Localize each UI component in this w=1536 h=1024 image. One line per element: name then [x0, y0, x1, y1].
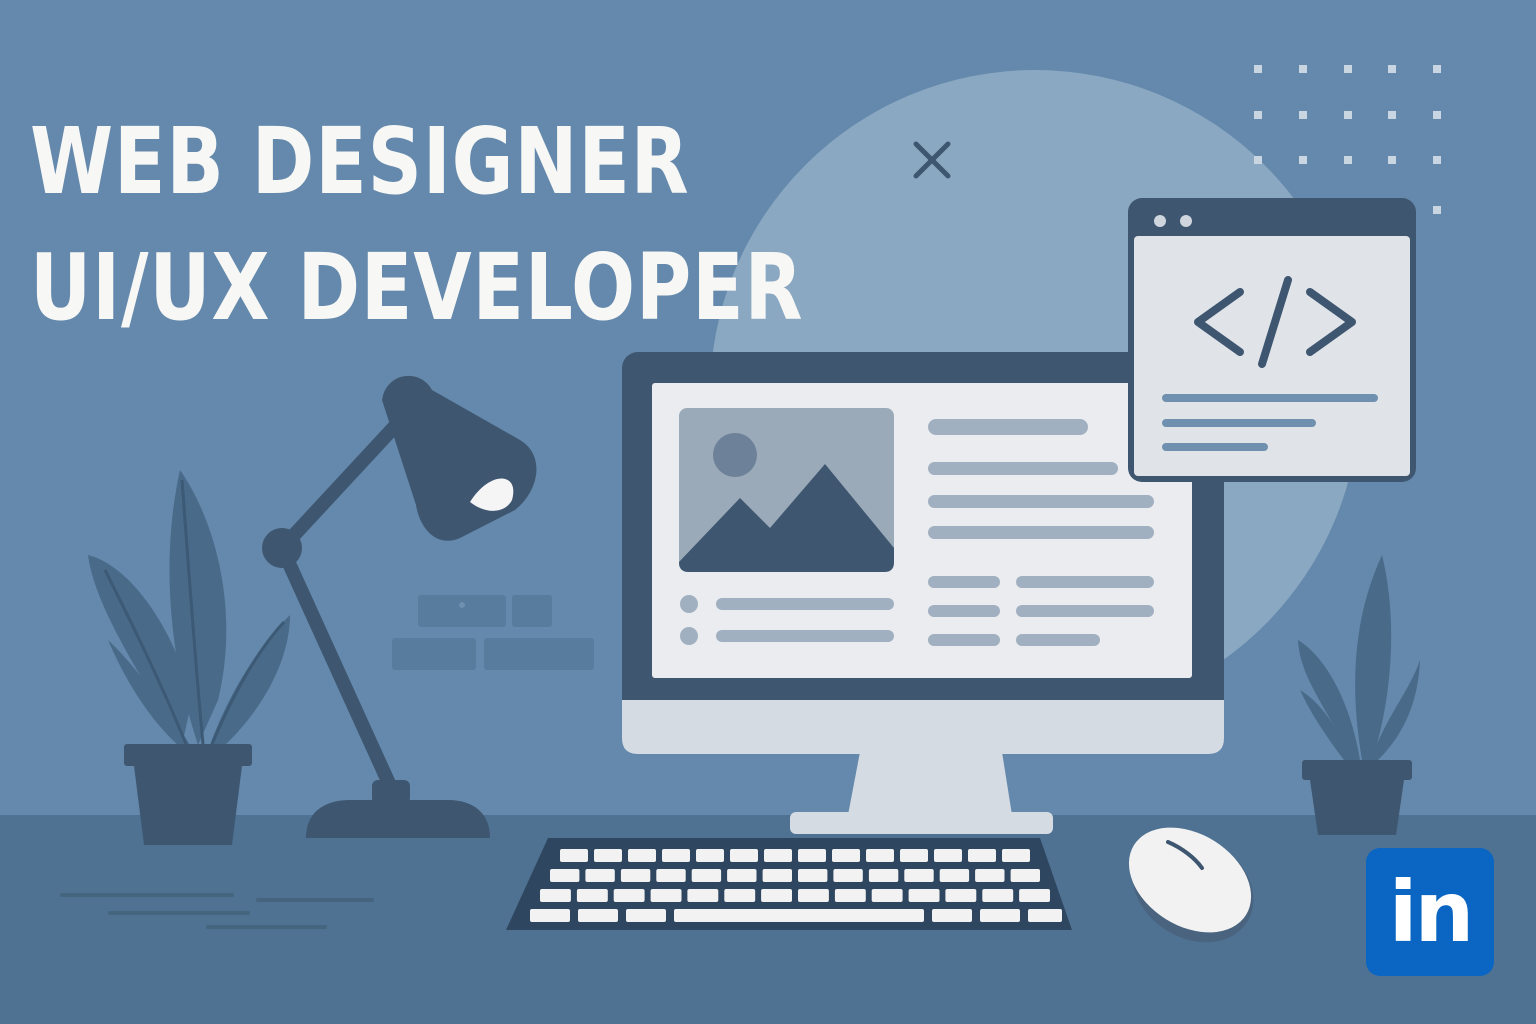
key: [650, 889, 682, 902]
key: [764, 849, 792, 862]
key: [613, 889, 645, 902]
key: [932, 909, 972, 922]
key: [656, 869, 686, 882]
dot: [1388, 111, 1396, 119]
code-window: [1128, 198, 1416, 482]
key: [982, 889, 1014, 902]
key: [934, 849, 962, 862]
dot: [1299, 111, 1307, 119]
dot: [1388, 65, 1396, 73]
key: [904, 869, 934, 882]
key: [628, 849, 656, 862]
key: [724, 889, 756, 902]
key: [730, 849, 758, 862]
plant-icon: [1298, 555, 1420, 835]
key: [833, 869, 863, 882]
key: [687, 889, 719, 902]
key: [945, 889, 977, 902]
key: [1019, 889, 1050, 902]
key: [530, 909, 570, 922]
dot: [1344, 156, 1352, 164]
key: [939, 869, 970, 882]
key: [578, 909, 618, 922]
dot: [1388, 156, 1396, 164]
key: [761, 889, 792, 902]
dot: [1254, 156, 1262, 164]
dot: [1254, 65, 1262, 73]
headline-line-1: WEB DESIGNER: [30, 108, 690, 215]
key: [798, 889, 829, 902]
key: [968, 849, 996, 862]
dot: [1344, 65, 1352, 73]
key: [696, 849, 724, 862]
space-bar: [674, 909, 924, 922]
key: [594, 849, 622, 862]
linkedin-icon[interactable]: in: [1366, 848, 1494, 976]
key: [1002, 849, 1030, 862]
key: [980, 909, 1020, 922]
key: [834, 889, 866, 902]
keyboard-icon: [506, 838, 1072, 930]
illustration: WEB DESIGNER UI/UX DEVELOPER in: [0, 0, 1536, 1024]
wall-bricks: [392, 595, 594, 670]
dot: [1433, 206, 1441, 214]
key: [900, 849, 928, 862]
key: [762, 869, 792, 882]
dot: [1299, 65, 1307, 73]
key: [560, 849, 588, 862]
key: [832, 849, 860, 862]
dot: [1344, 111, 1352, 119]
dot: [1299, 156, 1307, 164]
key: [626, 909, 666, 922]
key: [576, 889, 608, 902]
key: [540, 889, 571, 902]
key: [866, 849, 894, 862]
headline-line-2: UI/UX DEVELOPER: [30, 234, 804, 341]
key: [691, 869, 722, 882]
plant-icon: [88, 470, 290, 845]
key: [620, 869, 651, 882]
key: [1010, 869, 1040, 882]
key: [908, 889, 940, 902]
key: [798, 869, 828, 882]
key: [798, 849, 826, 862]
dot: [1433, 65, 1441, 73]
dot: [1433, 156, 1441, 164]
monitor-stand: [790, 752, 1053, 834]
key: [585, 869, 615, 882]
key: [975, 869, 1005, 882]
dot: [1254, 111, 1262, 119]
dot: [1433, 111, 1441, 119]
key: [1028, 909, 1062, 922]
key: [662, 849, 690, 862]
key: [727, 869, 757, 882]
key: [868, 869, 899, 882]
key: [871, 889, 903, 902]
key: [550, 869, 580, 882]
